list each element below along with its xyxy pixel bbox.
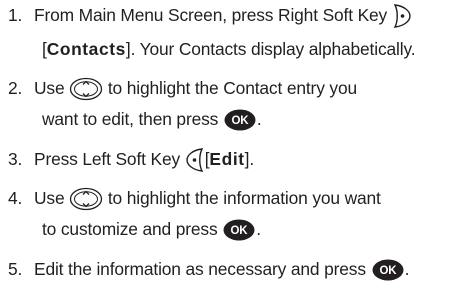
ok-key-icon: OK bbox=[222, 218, 256, 242]
step-number: 3. bbox=[8, 149, 23, 169]
step-4: 4. Use to highlight the information you w… bbox=[8, 183, 448, 213]
step-text: Use bbox=[34, 188, 65, 208]
ok-key-icon: OK bbox=[371, 258, 405, 282]
period: . bbox=[404, 259, 410, 279]
ok-key-label: OK bbox=[231, 115, 249, 127]
contacts-label: Contacts bbox=[46, 39, 126, 59]
step-text: From Main Menu Screen, press Right Soft … bbox=[34, 5, 388, 25]
step-number: 1. bbox=[8, 5, 23, 25]
step-number: 5. bbox=[8, 259, 23, 279]
right-soft-key-icon bbox=[392, 4, 412, 29]
navigation-key-icon bbox=[69, 187, 103, 211]
bracket-close: ]. bbox=[244, 149, 255, 169]
left-soft-key-icon bbox=[185, 148, 205, 173]
step-text: Use bbox=[34, 78, 65, 98]
navigation-key-icon bbox=[69, 77, 103, 101]
step-text: want to edit, then press bbox=[42, 109, 219, 129]
period: . bbox=[256, 109, 262, 129]
step-text: ]. Your Contacts display alphabetically. bbox=[125, 39, 416, 59]
step-text: Press Left Soft Key bbox=[34, 149, 181, 169]
ok-key-label: OK bbox=[231, 225, 249, 237]
step-2: 2. Use to highlight the Contact entry you bbox=[8, 73, 448, 103]
step-1: 1. From Main Menu Screen, press Right Sof… bbox=[8, 0, 448, 30]
instruction-page: 1. From Main Menu Screen, press Right Sof… bbox=[0, 0, 451, 306]
step-5: 5. Edit the information as necessary and … bbox=[8, 254, 448, 284]
edit-label: Edit bbox=[209, 149, 245, 169]
step-number: 4. bbox=[8, 188, 23, 208]
step-text: Edit the information as necessary and pr… bbox=[34, 259, 366, 279]
step-3: 3. Press Left Soft Key [Edit]. bbox=[8, 144, 448, 174]
step-text: to highlight the information you want bbox=[107, 188, 381, 208]
step-number: 2. bbox=[8, 78, 23, 98]
step-text: to highlight the Contact entry you bbox=[107, 78, 358, 98]
period: . bbox=[256, 219, 261, 239]
ok-key-icon: OK bbox=[223, 108, 257, 132]
ok-key-label: OK bbox=[379, 265, 397, 277]
step-text: to customize and press bbox=[42, 219, 218, 239]
